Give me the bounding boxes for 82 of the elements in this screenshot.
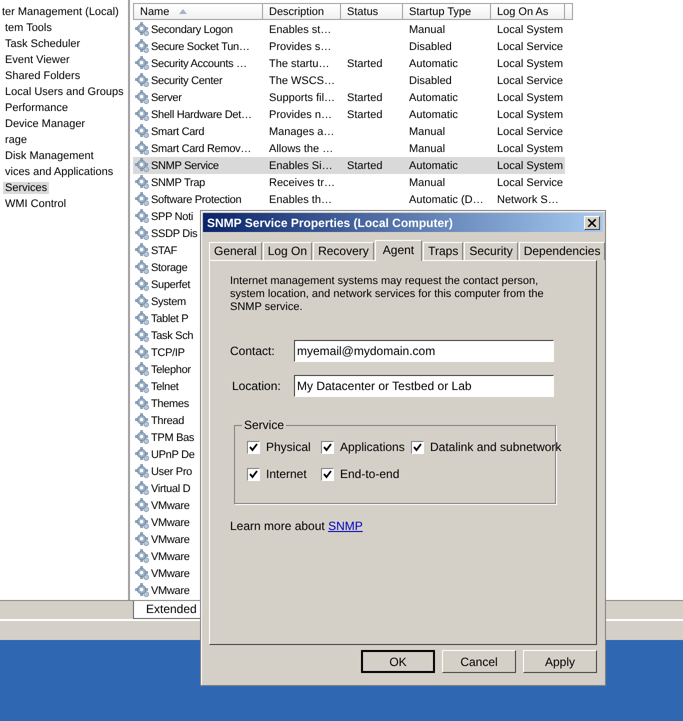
table-cell: STAF bbox=[151, 244, 178, 256]
window-title: SNMP Service Properties (Local Computer) bbox=[207, 216, 453, 230]
table-cell: Software Protection bbox=[151, 194, 242, 206]
table-cell: The WSCS… bbox=[269, 74, 336, 86]
table-cell: Manual bbox=[409, 142, 446, 154]
table-cell: SSDP Dis bbox=[151, 228, 198, 240]
intro-text: Internet management systems may request the contact person, system location, and network services for this computer from the SNMP service. bbox=[230, 275, 545, 314]
table-cell: Storage bbox=[151, 262, 188, 274]
checkbox-label: Applications bbox=[340, 440, 405, 454]
table-cell: Local Service bbox=[497, 126, 564, 138]
table-cell: Provides s… bbox=[269, 40, 332, 52]
checkbox-label: Datalink and subnetwork bbox=[430, 440, 562, 454]
table-cell: Network S… bbox=[497, 194, 559, 206]
field-label: Contact: bbox=[230, 344, 276, 358]
table-cell: Manages a… bbox=[269, 126, 334, 138]
table-cell: SPP Noti bbox=[151, 210, 194, 222]
table-cell: Automatic (D… bbox=[409, 194, 484, 206]
table-cell: Local System bbox=[497, 160, 564, 172]
table-cell: Allows the … bbox=[269, 142, 334, 154]
table-cell: Server bbox=[151, 92, 182, 104]
table-cell: Manual bbox=[409, 24, 446, 36]
table-cell: VMware bbox=[151, 534, 190, 546]
learn-more-text: Learn more about SNMP bbox=[230, 519, 364, 533]
table-cell: Local System bbox=[497, 58, 564, 70]
table-cell: TCP/IP bbox=[151, 346, 185, 358]
table-cell: Supports fil… bbox=[269, 92, 336, 104]
table-cell: Security Center bbox=[151, 74, 222, 86]
table-cell: Smart Card Remov… bbox=[151, 142, 252, 154]
table-cell: Local Service bbox=[497, 40, 564, 52]
table-cell: Automatic bbox=[409, 58, 458, 70]
table-cell: Started bbox=[347, 108, 382, 120]
table-cell: Enables st… bbox=[269, 24, 332, 36]
table-cell: Telnet bbox=[151, 380, 179, 392]
table-cell: Automatic bbox=[409, 92, 458, 104]
table-cell: Started bbox=[347, 160, 382, 172]
table-cell: SNMP Service bbox=[151, 160, 219, 172]
table-cell: Superfet bbox=[151, 278, 190, 290]
table-cell: Task Sch bbox=[151, 330, 194, 342]
checkbox-label: Physical bbox=[266, 440, 311, 454]
table-cell: Disabled bbox=[409, 74, 452, 86]
table-cell: The startu… bbox=[269, 58, 330, 70]
table-cell: VMware bbox=[151, 516, 190, 528]
field-label: Location: bbox=[231, 379, 282, 393]
table-cell: Local System bbox=[497, 142, 564, 154]
table-cell: Smart Card bbox=[151, 126, 204, 138]
table-cell: Secondary Logon bbox=[151, 24, 233, 36]
table-cell: Automatic bbox=[409, 108, 458, 120]
table-cell: Secure Socket Tun… bbox=[151, 40, 250, 52]
table-cell: VMware bbox=[151, 500, 190, 512]
table-cell: Provides n… bbox=[269, 108, 332, 120]
table-cell: Local System bbox=[497, 108, 564, 120]
table-cell: Disabled bbox=[409, 40, 452, 52]
table-cell: Local System bbox=[497, 24, 564, 36]
table-cell: VMware bbox=[151, 568, 190, 580]
table-cell: System bbox=[151, 296, 186, 308]
checkbox-label: End-to-end bbox=[340, 467, 400, 481]
table-cell: UPnP De bbox=[151, 448, 195, 460]
table-cell: VMware bbox=[151, 550, 190, 562]
table-cell: Local Service bbox=[497, 176, 564, 188]
table-cell: Telephor bbox=[151, 364, 191, 376]
table-cell: Themes bbox=[151, 398, 189, 410]
table-cell: User Pro bbox=[151, 466, 192, 478]
table-cell: Enables th… bbox=[269, 194, 332, 206]
group-title: Service bbox=[242, 418, 286, 432]
table-cell: Receives tr… bbox=[269, 176, 336, 188]
checkbox-label: Internet bbox=[266, 467, 307, 481]
table-cell: Thread bbox=[151, 414, 184, 426]
table-cell: Local Service bbox=[497, 74, 564, 86]
table-cell: Manual bbox=[409, 176, 446, 188]
table-cell: Local System bbox=[497, 92, 564, 104]
table-cell: Started bbox=[347, 92, 382, 104]
table-cell: SNMP Trap bbox=[151, 176, 205, 188]
table-cell: Started bbox=[347, 58, 382, 70]
table-cell: TPM Bas bbox=[151, 432, 194, 444]
table-cell: Security Accounts … bbox=[151, 58, 247, 70]
table-cell: Virtual D bbox=[151, 482, 190, 494]
table-cell: Shell Hardware Det… bbox=[151, 108, 252, 120]
table-cell: Automatic bbox=[409, 160, 458, 172]
table-cell: Manual bbox=[409, 126, 446, 138]
table-cell: Enables Si… bbox=[269, 160, 333, 172]
table-cell: Tablet P bbox=[151, 312, 188, 324]
table-cell: VMware bbox=[151, 584, 190, 596]
